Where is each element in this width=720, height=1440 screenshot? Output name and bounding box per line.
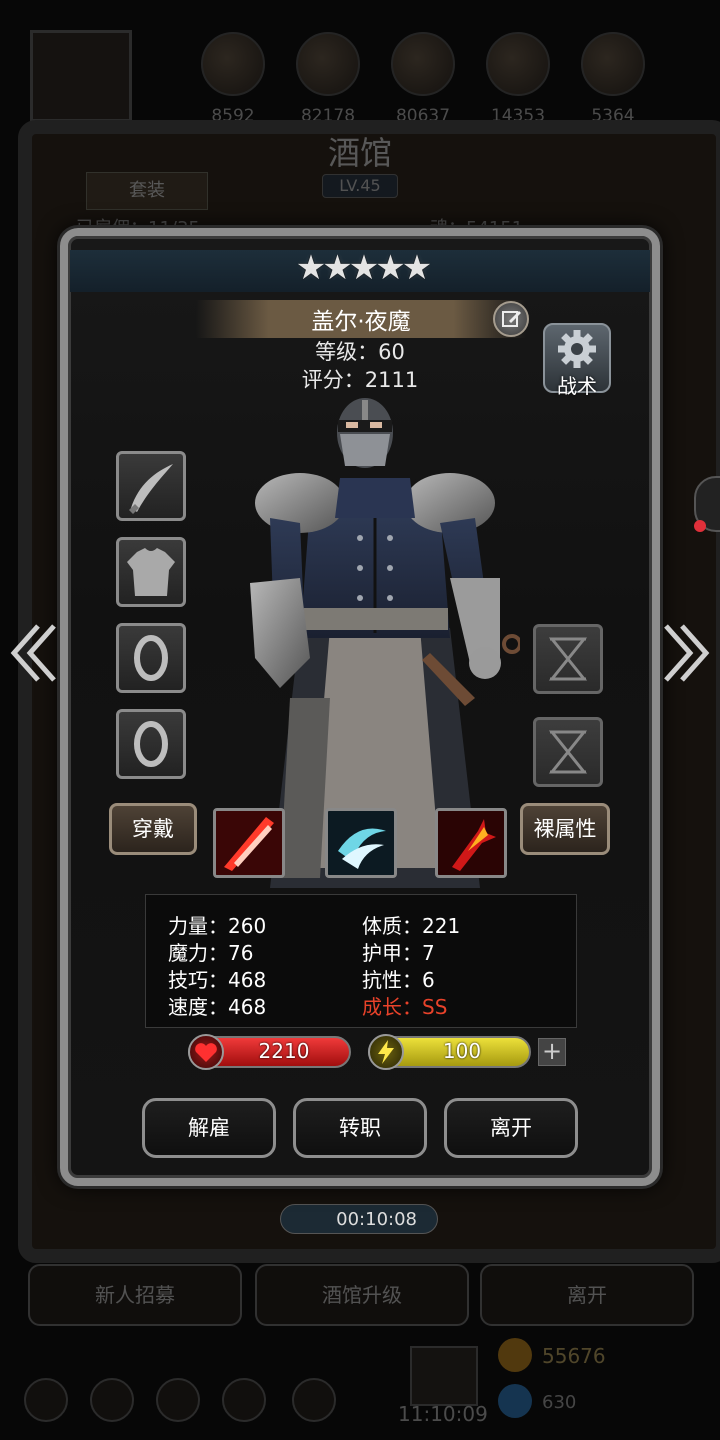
menu-icon xyxy=(222,1378,266,1422)
resource-5: 5364 xyxy=(570,28,656,128)
hero-level: 等级：60 xyxy=(315,340,405,364)
ice-vortex-skill-icon xyxy=(328,811,394,875)
fire-slash-skill-icon xyxy=(216,811,282,875)
tavern-title: 酒馆 xyxy=(327,134,392,172)
tab-set: 套装 xyxy=(86,172,208,210)
ring-icon xyxy=(134,721,168,767)
menu-icon xyxy=(156,1378,200,1422)
lightning-icon xyxy=(368,1034,404,1070)
resource-2: 82178 xyxy=(285,28,371,128)
resource-4: 14353 xyxy=(475,28,561,128)
ring-slot-2[interactable] xyxy=(116,709,186,779)
menu-icon xyxy=(90,1378,134,1422)
ring-icon xyxy=(134,635,168,681)
stat-armor: 护甲：7 xyxy=(362,941,435,965)
timer-bar: 00:10:08 xyxy=(280,1204,438,1234)
weapon-slot[interactable] xyxy=(116,451,186,521)
ring-slot-1[interactable] xyxy=(116,623,186,693)
energy-value: 100 xyxy=(442,1039,482,1063)
armor-slot[interactable] xyxy=(116,537,186,607)
upgrade-tavern-button: 酒馆升级 xyxy=(255,1264,469,1326)
hourglass-icon xyxy=(548,637,588,681)
dagger-icon xyxy=(129,464,173,514)
hero-score: 评分：2111 xyxy=(301,368,419,392)
add-energy-button[interactable]: + xyxy=(538,1038,566,1066)
star-rating: ★★★★★ xyxy=(295,248,432,288)
player-portrait xyxy=(30,30,132,122)
job-change-button[interactable]: 转职 xyxy=(293,1098,427,1158)
rename-button[interactable] xyxy=(493,301,529,337)
skill-slot-1[interactable] xyxy=(213,808,285,878)
stat-magic: 魔力：76 xyxy=(168,941,254,965)
armor-icon xyxy=(127,548,175,596)
tavern-level: LV.45 xyxy=(322,174,398,198)
gem-icon xyxy=(498,1384,532,1418)
stat-speed: 速度：468 xyxy=(168,995,267,1019)
clock-text: 11:10:09 xyxy=(398,1402,488,1426)
hourglass-icon xyxy=(548,730,588,774)
edit-icon xyxy=(502,311,521,327)
leave-button[interactable]: 离开 xyxy=(444,1098,578,1158)
resource-3: 80637 xyxy=(380,28,466,128)
chest-icon xyxy=(410,1346,478,1406)
prev-hero-arrow-icon[interactable] xyxy=(8,620,58,686)
bare-stats-button[interactable]: 裸属性 xyxy=(520,803,610,855)
hp-value: 2210 xyxy=(258,1039,310,1063)
hero-name: 盖尔·夜魔 xyxy=(311,309,411,335)
blood-strike-skill-icon xyxy=(438,811,504,875)
accessory-slot-1[interactable] xyxy=(533,624,603,694)
menu-icon xyxy=(292,1378,336,1422)
notification-dot xyxy=(694,520,706,532)
gear-icon xyxy=(558,330,596,368)
stat-constitution: 体质：221 xyxy=(362,914,461,938)
gold-icon xyxy=(498,1338,532,1372)
wear-button[interactable]: 穿戴 xyxy=(109,803,197,855)
skill-slot-3[interactable] xyxy=(435,808,507,878)
recruit-button: 新人招募 xyxy=(28,1264,242,1326)
next-hero-arrow-icon[interactable] xyxy=(662,620,712,686)
skill-slot-2[interactable] xyxy=(325,808,397,878)
stat-resist: 抗性：6 xyxy=(362,968,435,992)
resource-1: 8592 xyxy=(190,28,276,128)
stat-strength: 力量：260 xyxy=(168,914,267,938)
dismiss-button[interactable]: 解雇 xyxy=(142,1098,276,1158)
tactics-label: 战术 xyxy=(557,374,597,398)
heart-icon xyxy=(188,1034,224,1070)
gem-amount: 630 xyxy=(542,1392,577,1413)
stat-growth: 成长：SS xyxy=(362,995,448,1019)
menu-icon xyxy=(24,1378,68,1422)
leave-tavern-button: 离开 xyxy=(480,1264,694,1326)
accessory-slot-2[interactable] xyxy=(533,717,603,787)
gold-amount: 55676 xyxy=(542,1344,606,1368)
stat-skill: 技巧：468 xyxy=(168,968,267,992)
